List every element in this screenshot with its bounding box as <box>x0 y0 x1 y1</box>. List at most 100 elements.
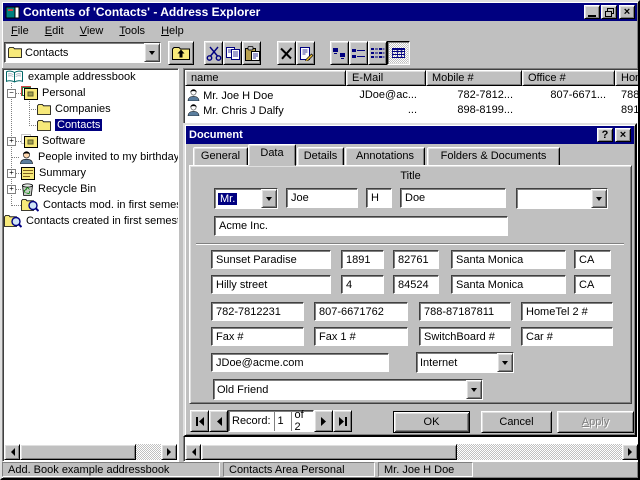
close-button[interactable]: × <box>619 5 635 19</box>
scroll-right-icon[interactable] <box>622 444 638 460</box>
car-phone-field[interactable] <box>521 327 613 346</box>
tree-item-contacts-modified[interactable]: Contacts mod. in first semest <box>21 197 179 213</box>
ok-button[interactable]: OK <box>393 411 470 433</box>
street2-field[interactable] <box>211 275 331 294</box>
column-header-email[interactable]: E-Mail <box>346 70 426 86</box>
contact-row[interactable]: Mr. Joe H Doe JDoe@ac... 782-7812... 807… <box>185 87 640 102</box>
restore-button[interactable] <box>601 5 617 19</box>
column-header-name[interactable]: name <box>185 70 346 86</box>
middle-initial-field[interactable] <box>366 188 392 208</box>
cancel-button[interactable]: Cancel <box>481 411 552 433</box>
first-name-field[interactable] <box>286 188 358 208</box>
large-icons-button[interactable] <box>330 41 349 65</box>
scroll-left-icon[interactable] <box>185 444 201 460</box>
paste-button[interactable] <box>242 41 261 65</box>
city2-field[interactable] <box>451 275 566 294</box>
app-icon <box>5 6 20 19</box>
menu-help[interactable]: Help <box>153 23 192 39</box>
tree-h-scrollbar[interactable] <box>4 444 177 460</box>
phone-home-field[interactable] <box>419 302 511 321</box>
state2-field[interactable] <box>574 275 611 294</box>
title-label: Title <box>190 170 631 182</box>
tree-item-companies[interactable]: Companies <box>37 101 111 117</box>
scroll-right-icon[interactable] <box>161 444 177 460</box>
column-header-mobile[interactable]: Mobile # <box>426 70 522 86</box>
small-icons-button[interactable] <box>349 41 368 65</box>
apply-button[interactable]: Apply <box>557 411 634 433</box>
category-combo[interactable]: Old Friend <box>213 379 483 400</box>
salutation-combo[interactable]: Mr. <box>214 188 278 209</box>
menu-tools[interactable]: Tools <box>111 23 153 39</box>
tree-item-summary[interactable]: Summary <box>21 165 86 181</box>
details-view-button[interactable] <box>387 41 410 65</box>
folder-path-combo[interactable]: Contacts <box>4 42 161 63</box>
list-view-button[interactable] <box>368 41 387 65</box>
dialog-title: Document <box>189 129 597 141</box>
state1-field[interactable] <box>574 250 611 269</box>
tree-item-personal[interactable]: Personal <box>21 85 85 101</box>
menu-edit[interactable]: Edit <box>37 23 72 39</box>
chevron-down-icon[interactable] <box>591 189 607 208</box>
tab-data[interactable]: Data <box>248 144 296 166</box>
tree-item-contacts[interactable]: Contacts <box>37 117 102 133</box>
chevron-down-icon[interactable] <box>261 189 277 208</box>
expand-toggle[interactable]: + <box>7 185 16 194</box>
help-button[interactable]: ? <box>597 128 613 142</box>
list-h-scrollbar[interactable] <box>185 444 638 460</box>
up-one-level-button[interactable] <box>168 41 194 65</box>
area-icon <box>21 134 38 148</box>
chevron-down-icon[interactable] <box>497 353 513 372</box>
number2-field[interactable] <box>341 275 384 294</box>
tab-general[interactable]: General <box>193 147 248 166</box>
scrollbar-thumb[interactable] <box>20 444 136 460</box>
phone-mobile-field[interactable] <box>211 302 304 321</box>
fax1-field[interactable] <box>314 327 408 346</box>
phone-hometel2-field[interactable] <box>521 302 613 321</box>
scrollbar-thumb[interactable] <box>201 444 457 460</box>
phone-office-field[interactable] <box>314 302 408 321</box>
zip2-field[interactable] <box>393 275 439 294</box>
dialog-close-button[interactable]: × <box>615 128 631 142</box>
city1-field[interactable] <box>451 250 566 269</box>
company-field[interactable] <box>214 216 508 236</box>
tree-item-contacts-created[interactable]: Contacts created in first semeste <box>4 213 179 229</box>
zip1-field[interactable] <box>393 250 439 269</box>
tree-item-recycle-bin[interactable]: Recycle Bin <box>21 181 96 197</box>
email-type-combo[interactable]: Internet <box>416 352 514 373</box>
next-record-button[interactable] <box>314 410 333 432</box>
number1-field[interactable] <box>341 250 384 269</box>
tree-item-people-invited[interactable]: People invited to my birthday <box>19 149 179 165</box>
chevron-down-icon[interactable] <box>466 380 482 399</box>
cut-button[interactable] <box>204 41 223 65</box>
last-name-field[interactable] <box>400 188 506 208</box>
tree-item-addressbook[interactable]: example addressbook <box>5 69 136 85</box>
first-record-button[interactable] <box>190 410 209 432</box>
tab-folders-documents[interactable]: Folders & Documents <box>427 147 560 166</box>
tab-details[interactable]: Details <box>297 147 344 166</box>
menu-file[interactable]: File <box>3 23 37 39</box>
minimize-button[interactable] <box>584 5 600 19</box>
expand-toggle[interactable]: + <box>7 137 16 146</box>
copy-button[interactable] <box>223 41 242 65</box>
chevron-down-icon[interactable] <box>144 43 160 62</box>
delete-button[interactable] <box>277 41 296 65</box>
fax-field[interactable] <box>211 327 304 346</box>
column-header-home[interactable]: Home # <box>615 70 640 86</box>
street1-field[interactable] <box>211 250 331 269</box>
record-navigator: Record: 1 of 2 <box>190 410 352 432</box>
column-header-office[interactable]: Office # <box>522 70 615 86</box>
last-record-button[interactable] <box>333 410 352 432</box>
menu-view[interactable]: View <box>72 23 112 39</box>
status-addressbook: Add. Book example addressbook <box>2 462 220 477</box>
properties-button[interactable] <box>296 41 315 65</box>
switchboard-field[interactable] <box>419 327 511 346</box>
tab-annotations[interactable]: Annotations <box>345 147 425 166</box>
scroll-left-icon[interactable] <box>4 444 20 460</box>
contact-row[interactable]: Mr. Chris J Dalfy ... 898-8199... 891 <box>185 102 640 117</box>
expand-toggle[interactable]: + <box>7 169 16 178</box>
tree-item-software[interactable]: Software <box>21 133 85 149</box>
suffix-combo[interactable] <box>516 188 608 209</box>
email-field[interactable] <box>211 353 389 372</box>
previous-record-button[interactable] <box>209 410 228 432</box>
collapse-toggle[interactable]: − <box>7 89 16 98</box>
